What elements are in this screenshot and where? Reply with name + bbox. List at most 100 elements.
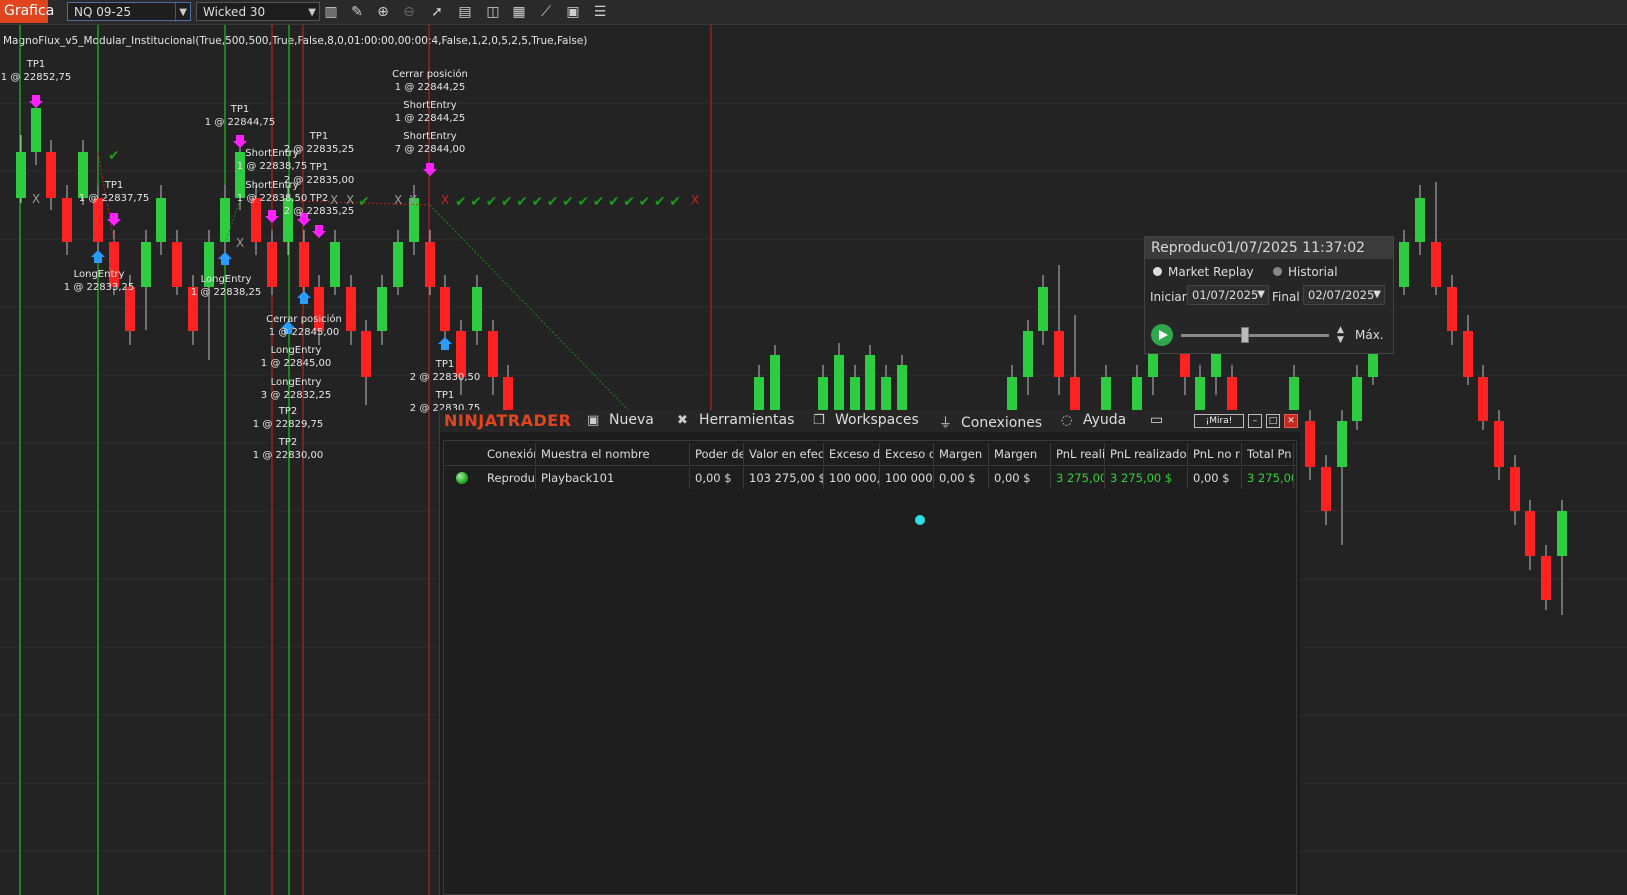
execution-label-line: 2 @ 22835,25 <box>283 144 355 155</box>
minimize-button[interactable]: – <box>1248 414 1262 428</box>
speed-spinner[interactable]: ▲ ▼ <box>1337 325 1344 345</box>
candle-up <box>1557 511 1567 556</box>
menu-new[interactable]: ▣ Nueva <box>587 412 654 428</box>
table-cell: 0,00 $ <box>1188 467 1242 489</box>
properties-icon[interactable]: ▦ <box>510 3 528 21</box>
candle-down <box>361 331 371 377</box>
bar-type-selector[interactable]: Wicked 30 ▼ <box>196 2 320 21</box>
menu-help-label: Ayuda <box>1083 412 1127 428</box>
playback-title[interactable]: Reproduc01/07/2025 11:37:02 <box>1145 237 1393 259</box>
menu-help[interactable]: ◌ Ayuda <box>1061 412 1126 428</box>
table-row[interactable]: Reprodu Playback101 0,00 $103 275,00 $100 … <box>444 467 1296 489</box>
start-date-picker[interactable]: 01/07/2025 ▼ <box>1187 285 1269 305</box>
zoom-in-icon[interactable]: ⊕ <box>374 3 392 21</box>
execution-label: LongEntry 3 @ 22832,25 <box>251 376 341 402</box>
menu-workspaces[interactable]: ❐ Workspaces <box>813 412 919 428</box>
end-date-value: 02/07/2025 <box>1308 288 1375 302</box>
column-header[interactable]: Exceso d <box>880 443 934 465</box>
bar-type-icon[interactable]: ▥ <box>322 3 340 21</box>
chevron-down-icon[interactable]: ▼ <box>308 3 316 22</box>
pointer-icon[interactable]: ➚ <box>428 3 446 21</box>
column-header[interactable]: Conexión <box>482 443 536 465</box>
execution-label: Cerrar posición 1 @ 22845,00 <box>259 313 349 339</box>
strategies-icon[interactable]: ▣ <box>564 3 582 21</box>
column-header[interactable]: Margen <box>989 443 1051 465</box>
instrument-value: NQ 09-25 <box>74 5 132 19</box>
market-replay-label: Market Replay <box>1168 265 1254 279</box>
check-marker-icon: ✔ <box>455 194 467 210</box>
speed-slider-track[interactable] <box>1181 334 1329 337</box>
execution-label: LongEntry 1 @ 22838,25 <box>181 273 271 299</box>
play-button[interactable] <box>1151 324 1173 346</box>
execution-label: ShortEntry 7 @ 22844,00 <box>385 130 475 156</box>
candle-down <box>1510 467 1520 511</box>
radio-selected-icon <box>1153 267 1162 276</box>
execution-label-line: Cerrar posición <box>266 314 342 325</box>
connections-icon: ⏚ <box>939 416 953 431</box>
maximize-button[interactable]: □ <box>1266 414 1280 428</box>
close-button[interactable]: ✕ <box>1284 414 1298 428</box>
speed-slider-thumb[interactable] <box>1241 327 1249 343</box>
menu-connections[interactable]: ⏚ Conexiones <box>939 412 1042 431</box>
table-cell: 103 275,00 $ <box>744 467 824 489</box>
candle-up <box>834 355 844 415</box>
execution-label-line: TP1 <box>26 59 46 70</box>
execution-label-line: 1 @ 22845,00 <box>260 358 332 369</box>
chevron-down-icon[interactable]: ▼ <box>175 3 187 22</box>
templates-icon[interactable]: ◫ <box>484 3 502 21</box>
check-marker-icon: ✔ <box>108 148 120 164</box>
draw-pencil-icon[interactable]: ✎ <box>348 3 366 21</box>
historical-label: Historial <box>1288 265 1338 279</box>
execution-label-line: 2 @ 22830,50 <box>409 372 481 383</box>
mira-button[interactable]: ¡Mira! <box>1194 414 1244 428</box>
menu-tools-label: Herramientas <box>699 412 795 428</box>
candle-up <box>1399 242 1409 287</box>
execution-label: LongEntry 1 @ 22833,25 <box>54 268 144 294</box>
zoom-out-icon[interactable]: ⊖ <box>400 3 418 21</box>
historical-radio[interactable]: Historial <box>1273 265 1338 279</box>
chevron-down-icon[interactable]: ▼ <box>1373 286 1381 304</box>
candle-up <box>472 287 482 331</box>
execution-label-line: TP2 <box>309 193 329 204</box>
execution-label-line: 1 @ 22837,75 <box>78 193 150 204</box>
execution-label-line: TP1 <box>309 162 329 173</box>
column-header[interactable]: Exceso d <box>824 443 880 465</box>
column-header[interactable]: Margen <box>934 443 989 465</box>
end-label: Final <box>1272 290 1300 304</box>
indicators-icon[interactable]: ⟋ <box>537 3 555 21</box>
column-header[interactable]: PnL reali <box>1051 443 1105 465</box>
tab-chart[interactable]: Grafica <box>0 0 54 23</box>
execution-label-line: LongEntry <box>73 269 125 280</box>
execution-label: ShortEntry 1 @ 22844,25 <box>385 99 475 125</box>
column-header[interactable]: Total Pn <box>1242 443 1294 465</box>
execution-label-line: 1 @ 22830,00 <box>252 450 324 461</box>
check-marker-icon: ✔ <box>669 194 681 210</box>
candle-down <box>1463 331 1473 377</box>
candle-up <box>770 355 780 415</box>
column-header[interactable]: Muestra el nombre <box>536 443 690 465</box>
column-header[interactable]: Valor en efect <box>744 443 824 465</box>
candle-down <box>1541 556 1551 600</box>
data-box-icon[interactable]: ▤ <box>456 3 474 21</box>
execution-label-line: TP2 <box>278 437 298 448</box>
execution-label-line: TP1 <box>435 390 455 401</box>
list-icon[interactable]: ☰ <box>591 3 609 21</box>
end-date-picker[interactable]: 02/07/2025 ▼ <box>1303 285 1385 305</box>
column-header[interactable]: PnL no r <box>1188 443 1242 465</box>
chat-icon[interactable]: ▭ <box>1150 412 1163 428</box>
menu-tools[interactable]: ✖ Herramientas <box>677 412 794 428</box>
help-icon: ◌ <box>1061 413 1073 428</box>
start-date-value: 01/07/2025 <box>1192 288 1259 302</box>
execution-label-line: 1 @ 22852,75 <box>0 72 72 83</box>
tools-icon: ✖ <box>677 413 688 428</box>
market-replay-radio[interactable]: Market Replay <box>1153 265 1254 279</box>
column-header[interactable]: Poder de <box>690 443 744 465</box>
candle-up <box>16 152 26 198</box>
chevron-down-icon[interactable]: ▼ <box>1257 286 1265 304</box>
execution-label-line: ShortEntry <box>403 100 457 111</box>
candle-up <box>865 355 875 415</box>
instrument-selector[interactable]: NQ 09-25 ▼ <box>67 2 191 22</box>
candle-up <box>377 287 387 331</box>
column-header[interactable]: PnL realizado <box>1105 443 1188 465</box>
table-cell: 0,00 $ <box>690 467 744 489</box>
